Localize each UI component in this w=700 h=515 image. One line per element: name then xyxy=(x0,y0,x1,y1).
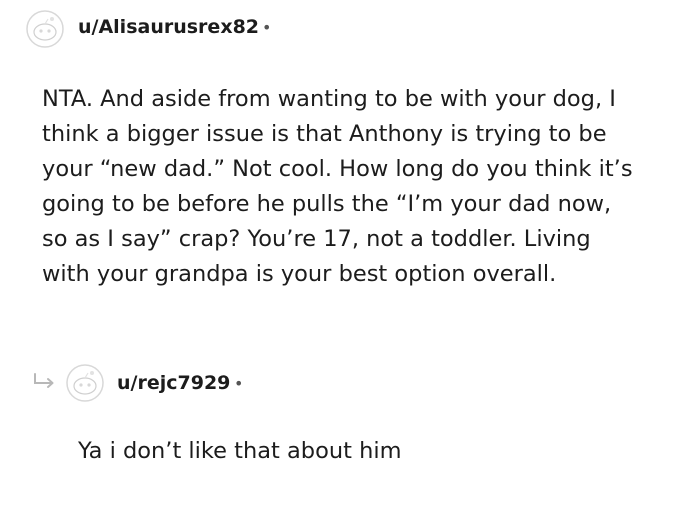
avatar-icon[interactable] xyxy=(66,364,104,402)
comment-line: going to be before he pulls the “I’m you… xyxy=(42,191,612,217)
separator-dot: • xyxy=(234,374,244,393)
comment-body: NTA. And aside from wanting to be with y… xyxy=(42,82,692,292)
comment-line: NTA. And aside from wanting to be with y… xyxy=(42,86,616,112)
comment-line: with your grandpa is your best option ov… xyxy=(42,261,557,287)
comment-line: your “new dad.” Not cool. How long do yo… xyxy=(42,156,633,182)
comment-author[interactable]: u/Alisaurusrex82 xyxy=(78,16,259,38)
comment-2-reply: u/rejc7929 • Ya i don’t like that about … xyxy=(0,350,700,500)
comment-1: u/Alisaurusrex82 • NTA. And aside from w… xyxy=(0,0,700,320)
avatar-icon[interactable] xyxy=(26,10,64,48)
comment-body: Ya i don’t like that about him xyxy=(78,434,678,469)
comment-line: think a bigger issue is that Anthony is … xyxy=(42,121,607,147)
comment-author[interactable]: u/rejc7929 xyxy=(117,372,230,394)
separator-dot: • xyxy=(262,18,272,37)
comment-line: Ya i don’t like that about him xyxy=(78,438,402,464)
reply-arrow-icon xyxy=(34,373,54,388)
comment-line: so as I say” crap? You’re 17, not a todd… xyxy=(42,226,591,252)
